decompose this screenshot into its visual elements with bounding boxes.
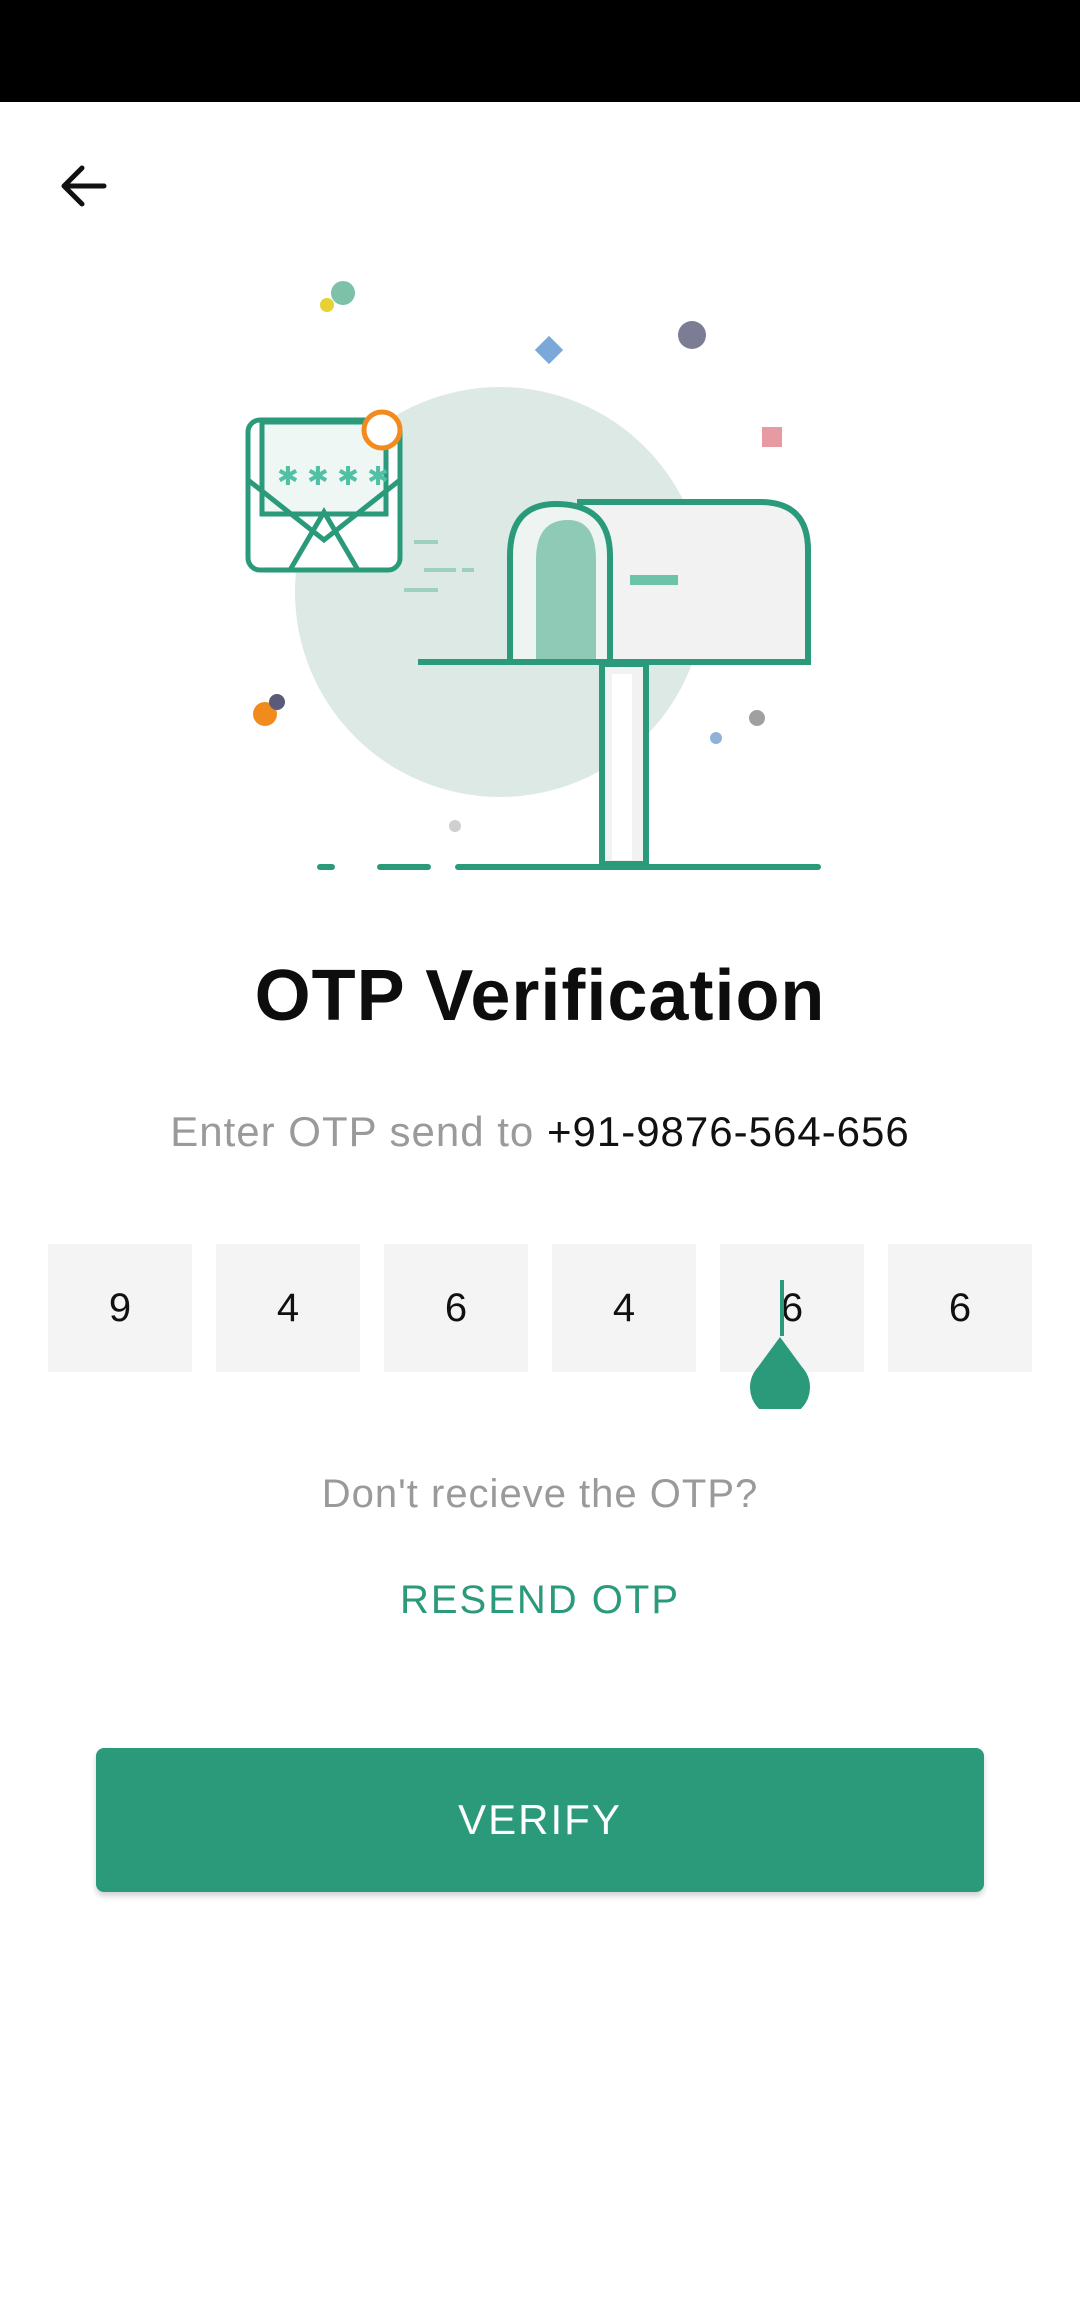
phone-number: +91-9876-564-656 — [546, 1108, 910, 1155]
otp-digit-3[interactable]: 6 — [384, 1244, 528, 1372]
otp-digit-4[interactable]: 4 — [552, 1244, 696, 1372]
mailbox-otp-illustration: ✱ ✱ ✱ ✱ — [245, 281, 821, 870]
otp-input-row: 9 4 6 4 6 6 — [48, 1244, 1032, 1372]
otp-instruction-text: Enter OTP send to — [170, 1108, 535, 1155]
svg-text:✱ ✱ ✱ ✱: ✱ ✱ ✱ ✱ — [277, 462, 389, 492]
page-title: OTP Verification — [254, 956, 826, 1036]
resend-otp-link[interactable]: RESEND OTP — [340, 1570, 740, 1630]
otp-digit-1[interactable]: 9 — [48, 1244, 192, 1372]
status-bar — [0, 0, 1080, 102]
arrow-left-icon — [61, 165, 107, 207]
otp-digit-6[interactable]: 6 — [888, 1244, 1032, 1372]
otp-digit-2[interactable]: 4 — [216, 1244, 360, 1372]
verify-button[interactable]: VERIFY — [96, 1748, 984, 1892]
text-cursor — [780, 1280, 784, 1336]
otp-digit-5-value: 6 — [780, 1285, 804, 1330]
otp-instruction: Enter OTP send to +91-9876-564-656 — [0, 1108, 1080, 1156]
cursor-handle-icon[interactable] — [750, 1337, 810, 1409]
back-button[interactable] — [48, 150, 120, 222]
resend-question: Don't recieve the OTP? — [321, 1472, 759, 1516]
